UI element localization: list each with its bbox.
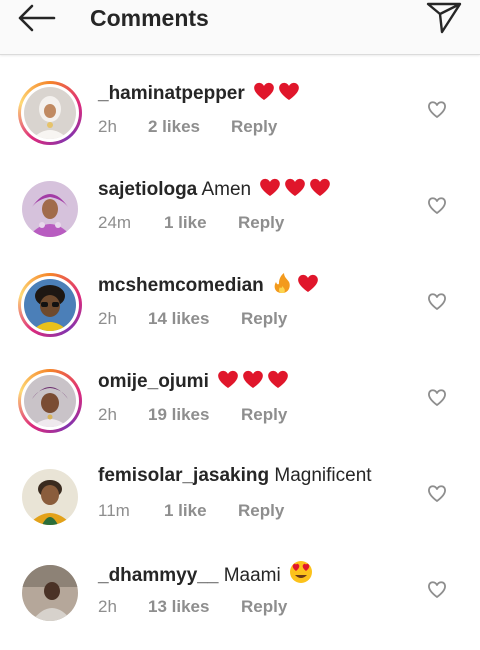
- comment-text: femisolar_jasaking Magnificent: [98, 464, 372, 488]
- comment-likes[interactable]: 19 likes: [148, 404, 209, 426]
- comment-time: 2h: [98, 117, 117, 136]
- heart-eyes-emoji: [288, 560, 314, 591]
- heart-outline-icon[interactable]: [426, 578, 448, 600]
- comment-username[interactable]: femisolar_jasaking: [98, 465, 269, 486]
- fire-heart-emoji: [271, 272, 321, 301]
- red-heart-emoji: [258, 176, 334, 205]
- heart-outline-icon[interactable]: [426, 386, 448, 408]
- avatar[interactable]: [18, 81, 82, 145]
- comment-likes[interactable]: 1 like: [164, 500, 207, 522]
- comment-item: mcshemcomedian 2h 14 likes Reply: [0, 266, 480, 362]
- comment-text: omije_ojumi: [98, 368, 292, 397]
- avatar[interactable]: [18, 465, 82, 529]
- red-heart-emoji: [252, 80, 302, 109]
- heart-outline-icon[interactable]: [426, 482, 448, 504]
- comment-message: Magnificent: [274, 465, 372, 486]
- comment-time: 2h: [98, 309, 117, 328]
- heart-outline-icon[interactable]: [426, 290, 448, 312]
- red-heart-emoji: [216, 368, 292, 397]
- comment-time: 11m: [98, 501, 130, 520]
- heart-outline-icon[interactable]: [426, 194, 448, 216]
- heart-outline-icon[interactable]: [426, 98, 448, 120]
- comment-time: 2h: [98, 597, 117, 616]
- reply-button[interactable]: Reply: [241, 308, 287, 330]
- comment-text: sajetiologa Amen: [98, 176, 334, 205]
- avatar[interactable]: [18, 561, 82, 625]
- comment-message: Maami: [223, 565, 281, 586]
- reply-button[interactable]: Reply: [241, 596, 287, 618]
- avatar-image: [24, 375, 76, 427]
- avatar[interactable]: [18, 177, 82, 241]
- comment-username[interactable]: _haminatpepper: [98, 83, 245, 104]
- avatar-image: [22, 565, 78, 621]
- comment-item: _dhammyy__ Maami 2h 13 likes Reply: [0, 554, 480, 650]
- avatar-image: [24, 87, 76, 139]
- comment-time: 2h: [98, 405, 117, 424]
- send-icon[interactable]: [424, 0, 464, 34]
- comment-likes[interactable]: 1 like: [164, 212, 207, 234]
- comment-username[interactable]: sajetiologa: [98, 179, 197, 200]
- comment-likes[interactable]: 13 likes: [148, 596, 209, 618]
- avatar[interactable]: [18, 273, 82, 337]
- avatar-image: [24, 279, 76, 331]
- comment-username[interactable]: omije_ojumi: [98, 371, 209, 392]
- comment-message: Amen: [201, 179, 252, 200]
- comment-item: omije_ojumi 2h 19 likes Reply: [0, 362, 480, 458]
- comment-time: 24m: [98, 213, 132, 232]
- reply-button[interactable]: Reply: [238, 500, 284, 522]
- comment-text: _dhammyy__ Maami: [98, 560, 314, 591]
- avatar-image: [22, 181, 78, 237]
- comment-text: _haminatpepper: [98, 80, 302, 109]
- comment-item: femisolar_jasaking Magnificent 11m 1 lik…: [0, 458, 480, 554]
- comment-item: _haminatpepper 2h 2 likes Reply: [0, 74, 480, 170]
- comment-username[interactable]: _dhammyy__: [98, 565, 218, 586]
- avatar-image: [22, 469, 78, 525]
- page-title: Comments: [90, 5, 209, 31]
- reply-button[interactable]: Reply: [238, 212, 284, 234]
- comment-username[interactable]: mcshemcomedian: [98, 275, 264, 296]
- comment-item: sajetiologa Amen 24m 1 like Reply: [0, 170, 480, 266]
- arrow-left-icon[interactable]: [14, 2, 58, 34]
- comment-text: mcshemcomedian: [98, 272, 321, 301]
- reply-button[interactable]: Reply: [231, 116, 277, 138]
- top-bar: Comments: [0, 0, 480, 55]
- avatar[interactable]: [18, 369, 82, 433]
- reply-button[interactable]: Reply: [241, 404, 287, 426]
- comment-likes[interactable]: 14 likes: [148, 308, 209, 330]
- comment-likes[interactable]: 2 likes: [148, 116, 200, 138]
